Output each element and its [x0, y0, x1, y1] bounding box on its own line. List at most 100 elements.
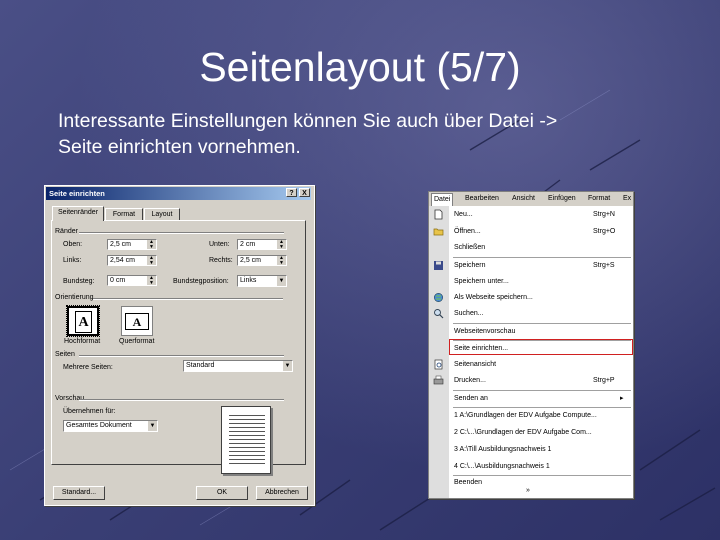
chevron-down-icon[interactable]: ▼ — [282, 361, 292, 371]
right-margin-input[interactable]: 2,5 cm ▲ ▼ — [237, 255, 287, 266]
margins-section-label: Ränder — [55, 228, 78, 235]
menu-item-label: Speichern — [454, 262, 486, 269]
cancel-button[interactable]: Abbrechen — [256, 486, 308, 500]
slide-body: Interessante Einstellungen können Sie au… — [58, 108, 698, 160]
gutter-label: Bundsteg: — [63, 278, 95, 285]
bottom-margin-value: 2 cm — [240, 241, 256, 248]
bottom-margin-input[interactable]: 2 cm ▲ ▼ — [237, 239, 287, 250]
orientation-section-label: Orientierung — [55, 294, 94, 301]
left-margin-input[interactable]: 2,54 cm ▲ ▼ — [107, 255, 157, 266]
top-margin-value: 2,5 cm — [110, 241, 132, 248]
menu-ansicht[interactable]: Ansicht — [512, 193, 535, 205]
portrait-icon: A — [75, 311, 92, 333]
menu-item-print[interactable]: Drucken... Strg+P — [429, 373, 633, 388]
menu-item-label: 3 A:\Till Ausbildungsnachweis 1 — [454, 446, 552, 453]
bottom-label: Unten: — [209, 241, 230, 248]
ok-button[interactable]: OK — [196, 486, 248, 500]
divider — [93, 298, 283, 300]
body-line-1: Interessante Einstellungen können Sie au… — [58, 110, 558, 132]
menu-item-recent-4[interactable]: 4 C:\...\Ausbildungsnachweis 1 — [429, 459, 633, 474]
menu-item-label: Senden an — [454, 395, 488, 402]
portrait-label: Hochformat — [64, 338, 101, 345]
top-label: Oben: — [63, 241, 83, 248]
menu-item-send-to[interactable]: Senden an ▸ — [429, 391, 633, 406]
menu-item-label: Webseitenvorschau — [454, 328, 516, 335]
multiple-pages-select[interactable]: Standard ▼ — [183, 360, 293, 372]
portrait-option[interactable]: A — [66, 305, 100, 337]
page-setup-highlight — [449, 339, 633, 355]
menu-einfuegen[interactable]: Einfügen — [548, 193, 576, 205]
body-line-2: Seite einrichten vornehmen. — [58, 136, 301, 158]
menu-expand[interactable]: » — [429, 485, 633, 497]
gutter-value: 0 cm — [110, 277, 126, 284]
menu-item-open[interactable]: Öffnen... Strg+O — [429, 224, 633, 239]
menu-item-print-preview[interactable]: Seitenansicht — [429, 357, 633, 372]
menu-item-label: 2 C:\...\Grundlagen der EDV Aufgabe Com.… — [454, 429, 592, 436]
menu-item-recent-1[interactable]: 1 A:\Grundlagen der EDV Aufgabe Compute.… — [429, 408, 633, 423]
print-preview-icon — [434, 359, 443, 370]
spinner-icon[interactable]: ▲ ▼ — [147, 256, 156, 265]
tab-format[interactable]: Format — [105, 208, 143, 220]
menu-item-search[interactable]: Suchen... — [429, 306, 633, 321]
gutter-position-select[interactable]: Links ▼ — [237, 275, 287, 287]
right-margin-value: 2,5 cm — [240, 257, 262, 264]
landscape-label: Querformat — [119, 338, 155, 345]
menu-datei[interactable]: Datei — [431, 193, 454, 206]
landscape-option[interactable]: A — [121, 306, 153, 336]
open-folder-icon — [433, 228, 444, 236]
chevron-down-icon[interactable]: ▼ — [276, 276, 286, 286]
dialog-title: Seite einrichten — [46, 187, 311, 200]
menu-item-shortcut: Strg+S — [593, 262, 615, 269]
gutter-position-value: Links — [240, 277, 257, 284]
slide: Seitenlayout (5/7) Interessante Einstell… — [0, 0, 720, 540]
menu-format[interactable]: Format — [588, 193, 610, 205]
menu-item-label: Seitenansicht — [454, 361, 497, 368]
tab-margins[interactable]: Seitenränder — [52, 206, 104, 221]
submenu-arrow-icon: ▸ — [620, 395, 624, 402]
menu-extras[interactable]: Ex — [623, 193, 631, 205]
menu-item-recent-2[interactable]: 2 C:\...\Grundlagen der EDV Aufgabe Com.… — [429, 425, 633, 440]
right-label: Rechts: — [209, 257, 233, 264]
expand-chevron-icon: » — [526, 487, 530, 494]
printer-icon — [433, 375, 444, 385]
menu-item-recent-3[interactable]: 3 A:\Till Ausbildungsnachweis 1 — [429, 442, 633, 457]
menu-item-close[interactable]: Schließen — [429, 240, 633, 255]
left-label: Links: — [63, 257, 82, 264]
menu-bearbeiten[interactable]: Bearbeiten — [465, 193, 499, 205]
page-preview — [221, 406, 271, 474]
chevron-down-icon[interactable]: ▼ — [147, 421, 157, 431]
menu-item-web-preview[interactable]: Webseitenvorschau — [429, 324, 633, 339]
menu-item-new[interactable]: Neu... Strg+N — [429, 207, 633, 222]
menu-item-shortcut: Strg+N — [593, 211, 615, 218]
menu-item-label: 1 A:\Grundlagen der EDV Aufgabe Compute.… — [454, 412, 597, 419]
spinner-icon[interactable]: ▲ ▼ — [147, 276, 156, 285]
help-button[interactable]: ? — [286, 188, 297, 197]
spinner-icon[interactable]: ▲ ▼ — [277, 256, 286, 265]
pages-section-label: Seiten — [55, 351, 75, 358]
menu-item-label: Als Webseite speichern... — [454, 294, 533, 301]
multiple-pages-label: Mehrere Seiten: — [63, 364, 113, 371]
close-button[interactable]: X — [299, 188, 310, 197]
menu-item-label: 4 C:\...\Ausbildungsnachweis 1 — [454, 463, 550, 470]
page-setup-dialog: Seite einrichten ? X Seitenränder Format… — [44, 185, 315, 506]
apply-to-select[interactable]: Gesamtes Dokument ▼ — [63, 420, 158, 432]
menu-item-save-web[interactable]: Als Webseite speichern... — [429, 290, 633, 305]
menu-item-label: Speichern unter... — [454, 278, 509, 285]
menu-bar: Datei Bearbeiten Ansicht Einfügen Format… — [429, 192, 633, 206]
spinner-icon[interactable]: ▲ ▼ — [277, 240, 286, 249]
divider — [79, 232, 284, 234]
apply-to-value: Gesamtes Dokument — [66, 422, 132, 429]
left-margin-value: 2,54 cm — [110, 257, 135, 264]
spinner-icon[interactable]: ▲ ▼ — [147, 240, 156, 249]
slide-title: Seitenlayout (5/7) — [199, 44, 521, 90]
default-button[interactable]: Standard... — [53, 486, 105, 500]
multiple-pages-value: Standard — [186, 362, 215, 369]
gutter-input[interactable]: 0 cm ▲ ▼ — [107, 275, 157, 286]
tab-layout[interactable]: Layout — [144, 208, 180, 220]
menu-item-save-as[interactable]: Speichern unter... — [429, 274, 633, 289]
web-save-icon — [434, 293, 443, 302]
divider — [79, 355, 284, 357]
menu-item-save[interactable]: Speichern Strg+S — [429, 258, 633, 273]
top-margin-input[interactable]: 2,5 cm ▲ ▼ — [107, 239, 157, 250]
gutter-position-label: Bundstegposition: — [173, 278, 229, 285]
